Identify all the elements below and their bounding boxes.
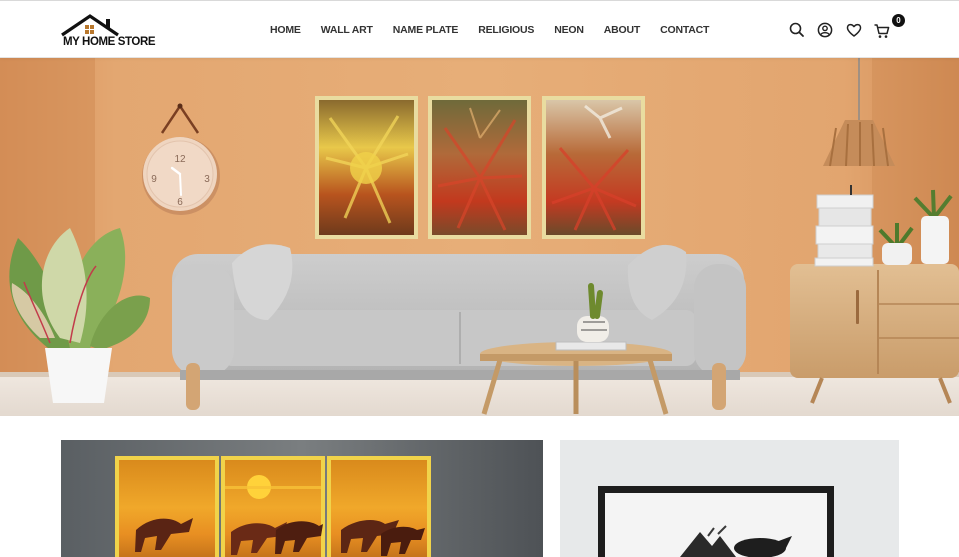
nav-item-contact[interactable]: CONTACT bbox=[660, 23, 709, 39]
clock-number-12: 12 bbox=[174, 154, 186, 165]
clock-number-9: 9 bbox=[151, 174, 157, 185]
clock-number-6: 6 bbox=[177, 197, 183, 208]
nav-item-religious[interactable]: RELIGIOUS bbox=[478, 23, 534, 39]
hero-slider[interactable]: 12 3 6 9 bbox=[0, 58, 959, 416]
user-icon[interactable] bbox=[816, 21, 834, 39]
cart-icon[interactable] bbox=[873, 22, 891, 40]
site-header: MY HOME STORE HOME WALL ART NAME PLATE R… bbox=[0, 0, 959, 58]
clock-number-3: 3 bbox=[204, 174, 210, 185]
hero-living-room-image: 12 3 6 9 bbox=[0, 58, 959, 416]
store-logo[interactable]: MY HOME STORE bbox=[60, 13, 172, 49]
cart-count-badge: 0 bbox=[892, 14, 905, 27]
horse-canvas-image bbox=[61, 440, 543, 557]
nav-item-name-plate[interactable]: NAME PLATE bbox=[393, 23, 459, 39]
brand-name: MY HOME STORE bbox=[63, 36, 156, 48]
nav-item-neon[interactable]: NEON bbox=[554, 23, 584, 39]
main-nav: HOME WALL ART NAME PLATE RELIGIOUS NEON … bbox=[270, 23, 729, 39]
framed-art-image bbox=[560, 440, 899, 557]
heart-icon[interactable] bbox=[845, 21, 863, 39]
house-logo-icon bbox=[61, 14, 119, 37]
nav-item-wall-art[interactable]: WALL ART bbox=[321, 23, 373, 39]
search-icon[interactable] bbox=[788, 21, 806, 39]
horse-triptych bbox=[115, 456, 431, 557]
triptych-art bbox=[315, 96, 645, 239]
nav-item-home[interactable]: HOME bbox=[270, 23, 301, 39]
horse-canvas-banner[interactable] bbox=[61, 440, 543, 557]
framed-art-banner[interactable] bbox=[560, 440, 899, 557]
nav-item-about[interactable]: ABOUT bbox=[604, 23, 641, 39]
